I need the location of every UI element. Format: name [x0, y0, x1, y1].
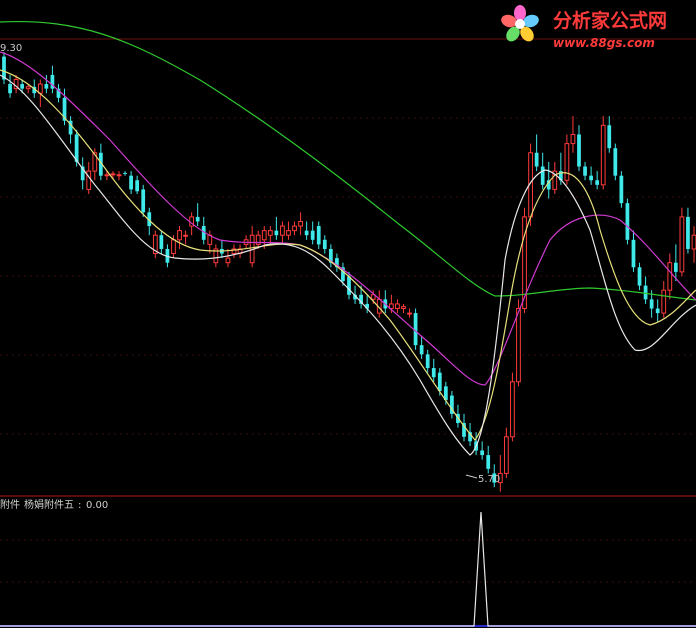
watermark-title: 分析家公式网: [553, 9, 667, 32]
candle-body: [401, 306, 406, 310]
watermark: 分析家公式网 www.88gs.com: [501, 5, 667, 50]
indicator-plot: [0, 511, 696, 627]
candle-body: [407, 312, 412, 315]
candle-body: [171, 239, 176, 255]
indicator-colon: :: [78, 500, 81, 511]
high-price-label: 9.30: [0, 43, 22, 54]
candle-body: [347, 276, 351, 295]
candle-body: [304, 230, 309, 236]
candle-body: [679, 216, 685, 273]
candle-body: [135, 180, 140, 192]
ma-line-long: [0, 51, 696, 386]
candle-body: [503, 436, 509, 474]
candle-body: [480, 450, 485, 456]
candle-body: [625, 203, 630, 240]
candle-body: [159, 235, 164, 249]
candle-body: [310, 230, 315, 240]
stock-chart: 9.30 5.70 附件 杨娟附件五 : 0.00 分析家公式网 www.88g…: [0, 5, 696, 627]
candle-body: [286, 230, 291, 236]
candle-body: [8, 84, 12, 94]
candle-body: [589, 175, 593, 181]
candle-body: [510, 381, 515, 438]
indicator-value: 0.00: [86, 500, 108, 511]
candle-body: [600, 124, 606, 186]
candle-body: [686, 216, 690, 249]
candle-body: [195, 216, 200, 222]
candle-body: [116, 174, 122, 177]
candle-body: [673, 262, 678, 272]
candle-body: [583, 166, 587, 176]
indicator-header: 附件 杨娟附件五 : 0.00: [0, 498, 108, 511]
candle-body: [183, 234, 188, 237]
candle-body: [129, 175, 133, 190]
ma-line-short: [0, 74, 696, 456]
candle-body: [292, 225, 297, 232]
candle-body: [280, 225, 285, 236]
low-price-pointer: [465, 474, 478, 479]
candle-body: [104, 174, 110, 177]
candle-body: [637, 267, 642, 286]
candle-body: [655, 308, 660, 314]
candle-body: [613, 148, 618, 176]
candle-body: [661, 289, 667, 314]
candle-body: [577, 134, 581, 167]
candle-body: [298, 220, 303, 227]
candle-body: [425, 354, 430, 369]
ma-line-longest: [0, 20, 696, 301]
candle-body: [413, 313, 418, 346]
indicator-line: [0, 511, 696, 627]
candle-body: [649, 299, 654, 309]
candle-body: [123, 172, 127, 174]
candle-body: [177, 230, 182, 241]
candle-body: [643, 285, 648, 300]
candle-body: [564, 143, 570, 181]
candle-body: [570, 133, 576, 145]
candle-body: [619, 175, 624, 204]
candle-body: [540, 166, 545, 185]
candle-body: [261, 230, 267, 241]
candle-body: [316, 226, 321, 245]
candle-body: [267, 230, 273, 236]
candle-body: [431, 368, 436, 378]
candle-body: [595, 180, 600, 185]
candle-body: [141, 189, 146, 213]
candle-body: [274, 230, 279, 236]
candle-body: [44, 84, 49, 89]
candle-body: [86, 170, 92, 190]
candle-body: [691, 234, 696, 250]
price-labels: 9.30 5.70: [0, 43, 500, 485]
candle-body: [110, 173, 116, 176]
watermark-url: www.88gs.com: [553, 36, 655, 50]
grid-lines: [0, 38, 696, 627]
candle-body: [631, 239, 636, 268]
ma-line-mid: [0, 69, 696, 441]
candle-body: [516, 308, 521, 383]
candle-body: [20, 84, 25, 89]
candle-body: [25, 86, 31, 90]
indicator-prefix: 附件: [0, 498, 20, 511]
candle-body: [395, 303, 400, 310]
candle-body: [437, 372, 442, 391]
candle-body: [225, 257, 231, 264]
candle-body: [419, 345, 424, 355]
candle-body: [667, 262, 673, 291]
low-price-label: 5.70: [478, 474, 500, 485]
flower-logo: [501, 5, 539, 42]
moving-average-lines: [0, 20, 696, 456]
candle-body: [322, 239, 327, 249]
candle-body: [486, 455, 491, 469]
candle-body: [607, 125, 612, 149]
candle-body: [534, 152, 539, 167]
indicator-name: 杨娟附件五: [24, 498, 74, 511]
